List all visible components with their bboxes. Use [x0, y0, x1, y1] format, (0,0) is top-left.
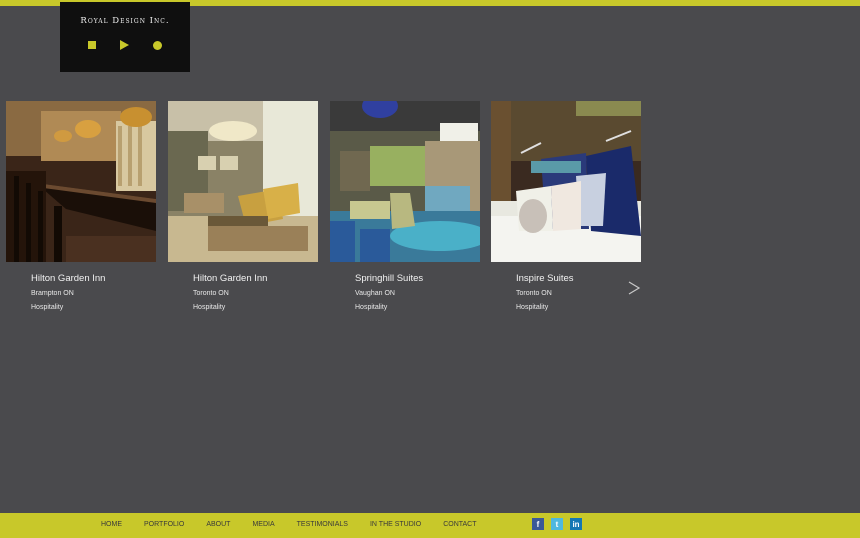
- nav-portfolio[interactable]: PORTFOLIO: [144, 521, 184, 528]
- project-card[interactable]: Hilton Garden Inn Brampton ON Hospitalit…: [6, 101, 156, 311]
- site-logo[interactable]: Royal Design Inc.: [60, 2, 190, 72]
- project-location: Brampton ON: [31, 290, 74, 297]
- footer-bar: HOME PORTFOLIO ABOUT MEDIA TESTIMONIALS …: [0, 513, 860, 538]
- project-location: Toronto ON: [193, 290, 229, 297]
- twitter-icon[interactable]: t: [551, 518, 563, 530]
- nav-media[interactable]: MEDIA: [252, 521, 274, 528]
- bedroom-photo[interactable]: [491, 101, 641, 262]
- triangle-icon: [120, 40, 129, 50]
- lobby-photo[interactable]: [330, 101, 480, 262]
- nav-in-the-studio[interactable]: IN THE STUDIO: [370, 521, 421, 528]
- project-location: Vaughan ON: [355, 290, 395, 297]
- logo-shapes: [88, 40, 162, 50]
- project-title[interactable]: Hilton Garden Inn: [193, 273, 318, 284]
- logo-text: Royal Design Inc.: [80, 16, 170, 26]
- chevron-right-icon[interactable]: [626, 280, 642, 296]
- project-card[interactable]: Springhill Suites Vaughan ON Hospitality: [330, 101, 480, 311]
- project-title[interactable]: Inspire Suites: [516, 273, 641, 284]
- project-category: Hospitality: [193, 304, 226, 311]
- project-category: Hospitality: [31, 304, 64, 311]
- lounge-photo[interactable]: [168, 101, 318, 262]
- project-category: Hospitality: [355, 304, 388, 311]
- nav-about[interactable]: ABOUT: [206, 521, 230, 528]
- project-card[interactable]: Inspire Suites Toronto ON Hospitality: [491, 101, 641, 311]
- nav-testimonials[interactable]: TESTIMONIALS: [297, 521, 348, 528]
- circle-icon: [153, 40, 162, 50]
- square-icon: [88, 41, 96, 49]
- project-title[interactable]: Hilton Garden Inn: [31, 273, 156, 284]
- project-category: Hospitality: [516, 304, 549, 311]
- project-location: Toronto ON: [516, 290, 552, 297]
- nav-contact[interactable]: CONTACT: [443, 521, 476, 528]
- footer-nav: HOME PORTFOLIO ABOUT MEDIA TESTIMONIALS …: [101, 521, 477, 528]
- nav-home[interactable]: HOME: [101, 521, 122, 528]
- dining-room-photo[interactable]: [6, 101, 156, 262]
- facebook-icon[interactable]: f: [532, 518, 544, 530]
- project-title[interactable]: Springhill Suites: [355, 273, 480, 284]
- linkedin-icon[interactable]: in: [570, 518, 582, 530]
- project-card[interactable]: Hilton Garden Inn Toronto ON Hospitality: [168, 101, 318, 311]
